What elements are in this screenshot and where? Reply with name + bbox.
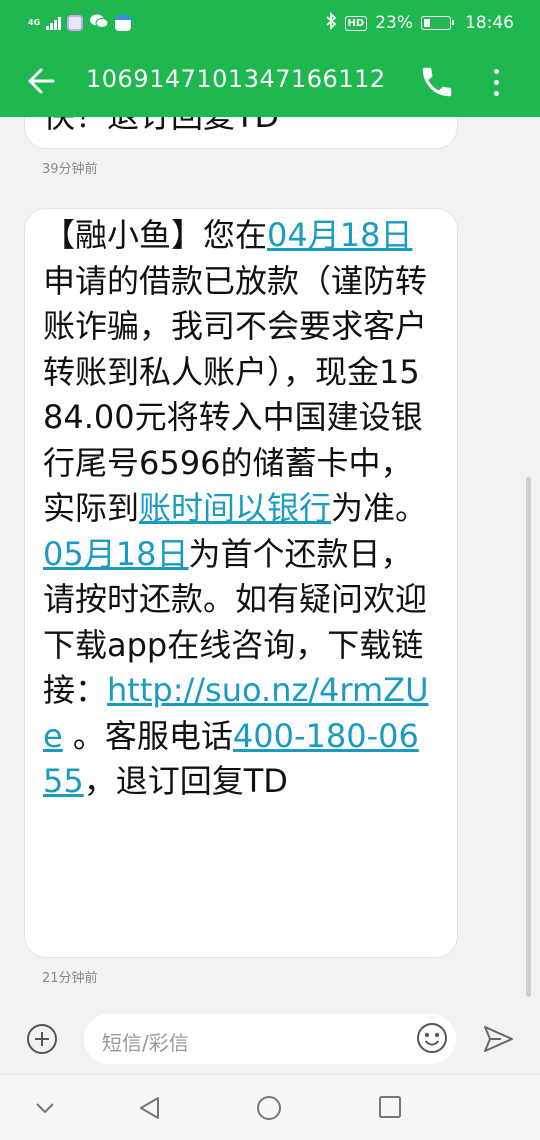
nav-home-icon[interactable]	[255, 1094, 283, 1122]
status-right: HD 23% 18:46	[325, 10, 514, 36]
status-left: 4G	[28, 12, 131, 34]
message-text: 快！退订回复TD	[43, 117, 279, 136]
message-input-placeholder: 短信/彩信	[102, 1031, 189, 1055]
message-text-segment: 申请的借款已放款（谨防转账诈骗，我司不会要求客户转账到私人账户），现金1584.…	[43, 261, 428, 528]
date-link[interactable]: 04月18日	[267, 216, 412, 254]
send-icon[interactable]	[481, 1022, 515, 1056]
message-text-segment: 【融小鱼】您在	[43, 216, 268, 254]
add-circle-icon[interactable]	[26, 1023, 58, 1055]
wechat-icon	[89, 13, 109, 33]
message-bubble[interactable]: 【融小鱼】您在04月18日申请的借款已放款（谨防转账诈骗，我司不会要求客户转账到…	[24, 208, 458, 958]
message-timestamp: 39分钟前	[42, 162, 98, 177]
hd-badge: HD	[344, 15, 368, 31]
back-arrow-icon[interactable]	[22, 61, 62, 101]
nav-recent-icon[interactable]	[377, 1094, 403, 1120]
message-text: 【融小鱼】您在04月18日申请的借款已放款（谨防转账诈骗，我司不会要求客户转账到…	[43, 213, 437, 805]
network-type: 4G	[28, 18, 41, 27]
message-text-segment: 。客服电话	[62, 716, 233, 755]
composer: 短信/彩信	[0, 1000, 540, 1074]
scrollbar[interactable]	[526, 477, 531, 997]
app-bar: 1069147101347166112	[0, 45, 540, 117]
status-bar: 4G HD 23% 18:46	[0, 0, 540, 45]
nav-back-icon[interactable]	[136, 1094, 164, 1122]
message-input[interactable]: 短信/彩信	[84, 1014, 456, 1064]
battery-icon	[421, 16, 454, 30]
app-notification-icon	[115, 15, 131, 31]
message-text-segment: ，退订回复TD	[83, 762, 288, 800]
battery-percent: 23%	[375, 13, 413, 33]
bluetooth-icon	[325, 11, 337, 35]
detected-link[interactable]: 账时间以银行	[139, 489, 331, 527]
date-link[interactable]: 05月18日	[43, 535, 188, 573]
clock: 18:46	[465, 13, 514, 33]
conversation-title: 1069147101347166112	[86, 65, 386, 93]
emoji-icon[interactable]	[416, 1022, 448, 1054]
message-timestamp: 21分钟前	[42, 971, 98, 986]
message-text-segment: 为准。	[331, 489, 428, 527]
more-vertical-icon[interactable]	[484, 63, 508, 101]
signal-icon	[46, 16, 61, 30]
nav-down-icon[interactable]	[32, 1095, 58, 1121]
gallery-app-icon	[67, 15, 83, 31]
message-bubble[interactable]: 快！退订回复TD	[24, 117, 458, 149]
navigation-bar	[0, 1074, 540, 1140]
phone-icon[interactable]	[418, 63, 456, 101]
message-list[interactable]: 快！退订回复TD 39分钟前 【融小鱼】您在04月18日申请的借款已放款（谨防转…	[0, 117, 540, 1017]
